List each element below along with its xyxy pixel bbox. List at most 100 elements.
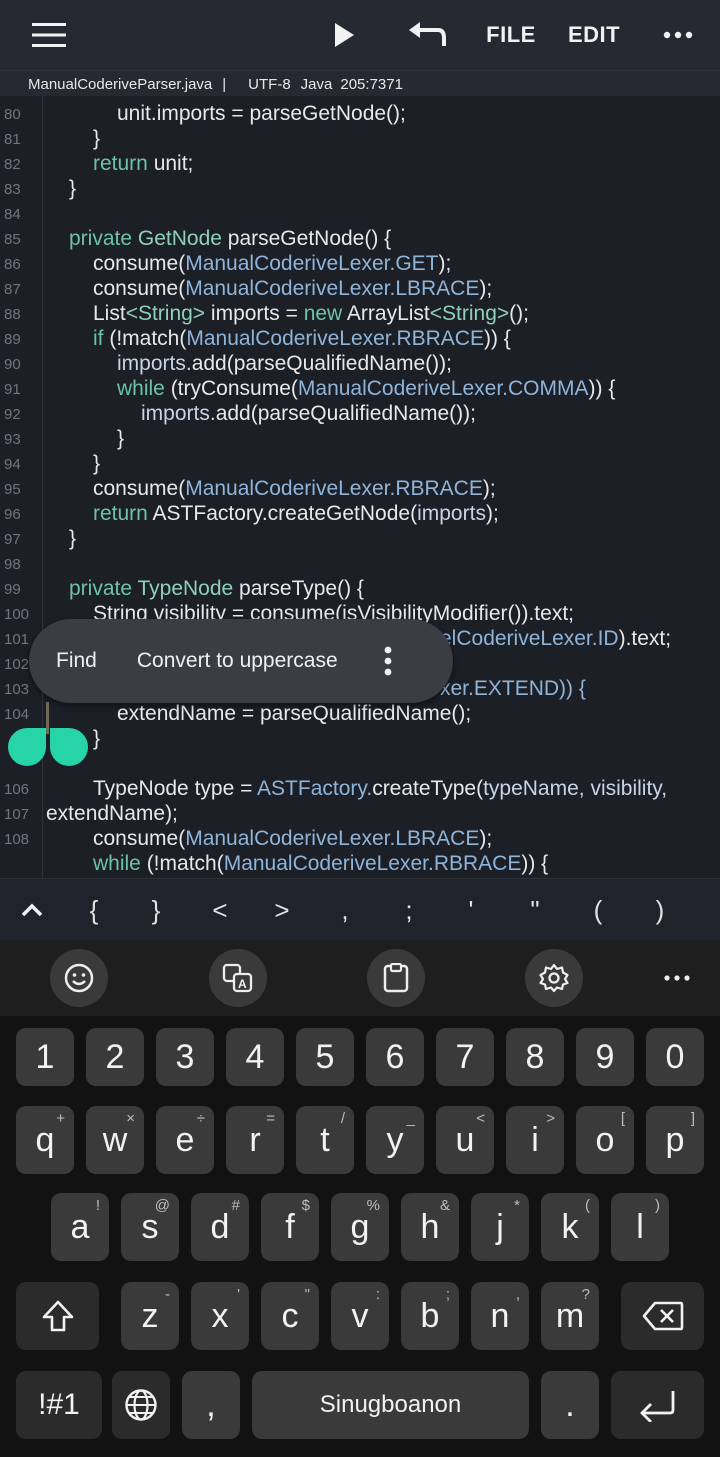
convert-uppercase-action[interactable]: Convert to uppercase xyxy=(137,649,338,673)
key-s[interactable]: s @ xyxy=(121,1193,179,1261)
key-7[interactable]: 7 xyxy=(436,1028,494,1086)
selection-handle-end[interactable] xyxy=(50,728,88,766)
code-text: add(parseQualifiedName()); xyxy=(215,402,476,425)
settings-icon[interactable] xyxy=(525,949,583,1007)
key-q[interactable]: q + xyxy=(16,1106,74,1174)
key-4[interactable]: 4 xyxy=(226,1028,284,1086)
key-c[interactable]: c " xyxy=(261,1282,319,1350)
key-label: d xyxy=(210,1207,230,1246)
key-l[interactable]: l) xyxy=(611,1193,669,1261)
code-line-96: return ASTFactory.createGetNode(imports)… xyxy=(93,502,499,526)
period-key[interactable]: . xyxy=(541,1371,599,1439)
field-ref: imports. xyxy=(141,402,216,425)
code-line-101-tail: elCoderiveLexer.ID).text; xyxy=(440,627,671,651)
backspace-icon[interactable] xyxy=(621,1282,704,1350)
chevron-up-icon[interactable] xyxy=(12,879,52,941)
enter-icon[interactable] xyxy=(611,1371,704,1439)
key-p[interactable]: p] xyxy=(646,1106,704,1174)
translate-icon[interactable]: A xyxy=(209,949,267,1007)
shift-icon[interactable] xyxy=(16,1282,99,1350)
key-d[interactable]: d # xyxy=(191,1193,249,1261)
clipboard-icon[interactable] xyxy=(367,949,425,1007)
key-3[interactable]: 3 xyxy=(156,1028,214,1086)
symbol-key[interactable]: > xyxy=(262,879,302,941)
symbols-key[interactable]: !#1 xyxy=(16,1371,102,1439)
key-b[interactable]: b; xyxy=(401,1282,459,1350)
symbol-key[interactable]: } xyxy=(136,879,176,941)
globe-icon[interactable] xyxy=(112,1371,170,1439)
selection-handle-start[interactable] xyxy=(8,728,46,766)
key-5[interactable]: 5 xyxy=(296,1028,354,1086)
code-line-82: return unit; xyxy=(93,152,193,176)
key-label: k xyxy=(561,1207,579,1246)
line-number: 98 xyxy=(4,556,21,573)
key-0[interactable]: 0 xyxy=(646,1028,704,1086)
code-text: ); xyxy=(479,277,493,300)
key-6[interactable]: 6 xyxy=(366,1028,424,1086)
undo-icon[interactable] xyxy=(400,0,454,70)
comma-key[interactable]: , xyxy=(182,1371,240,1439)
symbol-key[interactable]: ) xyxy=(640,879,680,941)
key-f[interactable]: f $ xyxy=(261,1193,319,1261)
code-text: consume( xyxy=(93,477,186,500)
key-t[interactable]: t / xyxy=(296,1106,354,1174)
vertical-dots-icon[interactable] xyxy=(384,646,392,676)
code-text: createType( xyxy=(372,777,484,800)
key-2[interactable]: 2 xyxy=(86,1028,144,1086)
key-u[interactable]: u < xyxy=(436,1106,494,1174)
symbol-key[interactable]: ( xyxy=(578,879,618,941)
key-9[interactable]: 9 xyxy=(576,1028,634,1086)
key-hint: $ xyxy=(301,1197,310,1214)
play-icon[interactable] xyxy=(320,0,368,70)
symbol-key[interactable]: , xyxy=(325,879,365,941)
code-text: (tryConsume( xyxy=(164,377,298,400)
code-editor[interactable]: 80 81 82 83 84 85 86 87 88 89 90 91 92 9… xyxy=(0,96,720,878)
class-ref: ManualCoderiveLexer.RBRACE xyxy=(186,327,484,350)
more-dots-icon[interactable] xyxy=(656,0,700,70)
line-number: 86 xyxy=(4,256,21,273)
key-g[interactable]: g% xyxy=(331,1193,389,1261)
key-r[interactable]: r = xyxy=(226,1106,284,1174)
key-n[interactable]: n, xyxy=(471,1282,529,1350)
class-ref: ManualCoderiveLexer.GET xyxy=(185,252,439,275)
hamburger-menu-icon[interactable] xyxy=(22,0,76,70)
key-j[interactable]: j * xyxy=(471,1193,529,1261)
symbol-key[interactable]: " xyxy=(515,879,555,941)
key-8[interactable]: 8 xyxy=(506,1028,564,1086)
key-hint: ( xyxy=(585,1197,590,1214)
class-ref: ManualCoderiveLexer.LBRACE xyxy=(185,827,480,850)
key-x[interactable]: x ' xyxy=(191,1282,249,1350)
symbol-key[interactable]: ' xyxy=(451,879,491,941)
line-number: 81 xyxy=(4,131,21,148)
key-1[interactable]: 1 xyxy=(16,1028,74,1086)
more-dots-icon[interactable] xyxy=(648,949,706,1007)
line-number: 97 xyxy=(4,531,21,548)
key-k[interactable]: k( xyxy=(541,1193,599,1261)
key-m[interactable]: m? xyxy=(541,1282,599,1350)
key-hint: ÷ xyxy=(196,1110,205,1127)
key-i[interactable]: i > xyxy=(506,1106,564,1174)
code-text: ).text; xyxy=(618,627,672,650)
edit-menu[interactable]: EDIT xyxy=(562,0,626,70)
key-h[interactable]: h & xyxy=(401,1193,459,1261)
key-hint: ] xyxy=(690,1110,695,1127)
key-e[interactable]: e ÷ xyxy=(156,1106,214,1174)
key-v[interactable]: v: xyxy=(331,1282,389,1350)
key-label: l xyxy=(636,1207,644,1246)
symbol-bar: { } < > , ; ' " ( ) xyxy=(0,878,720,941)
file-menu[interactable]: FILE xyxy=(482,0,540,70)
key-w[interactable]: w × xyxy=(86,1106,144,1174)
symbol-key[interactable]: < xyxy=(200,879,240,941)
symbol-key[interactable]: ; xyxy=(389,879,429,941)
key-z[interactable]: z- xyxy=(121,1282,179,1350)
symbol-key[interactable]: { xyxy=(74,879,114,941)
emoji-icon[interactable] xyxy=(50,949,108,1007)
key-hint: @ xyxy=(154,1197,170,1214)
key-y[interactable]: y _ xyxy=(366,1106,424,1174)
code-text: (); xyxy=(509,302,529,325)
key-a[interactable]: a! xyxy=(51,1193,109,1261)
code-line-107: extendName); xyxy=(46,802,178,825)
space-key[interactable]: Sinugboanon xyxy=(252,1371,529,1439)
key-o[interactable]: o[ xyxy=(576,1106,634,1174)
find-action[interactable]: Find xyxy=(56,649,97,673)
